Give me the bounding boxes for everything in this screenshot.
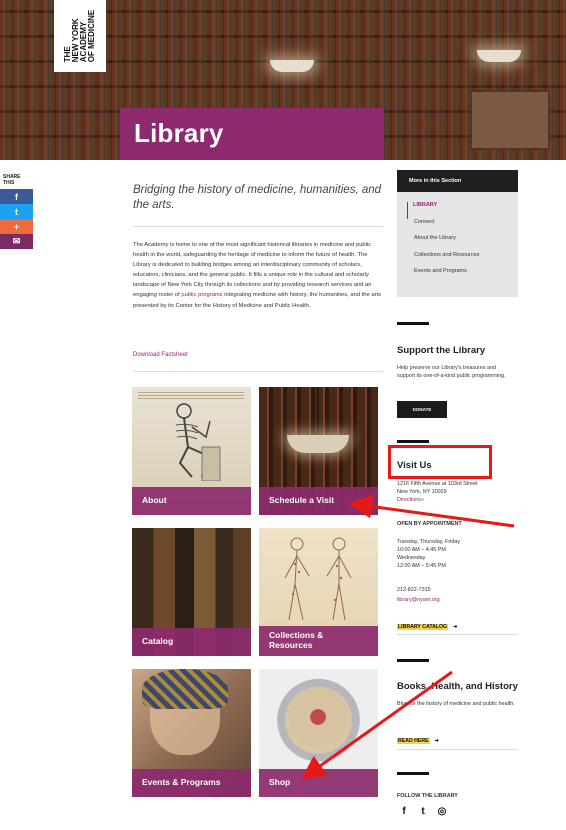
annotation-arrow	[348, 494, 515, 528]
annotation-arrow	[301, 670, 453, 780]
annotation-arrows	[301, 494, 515, 780]
